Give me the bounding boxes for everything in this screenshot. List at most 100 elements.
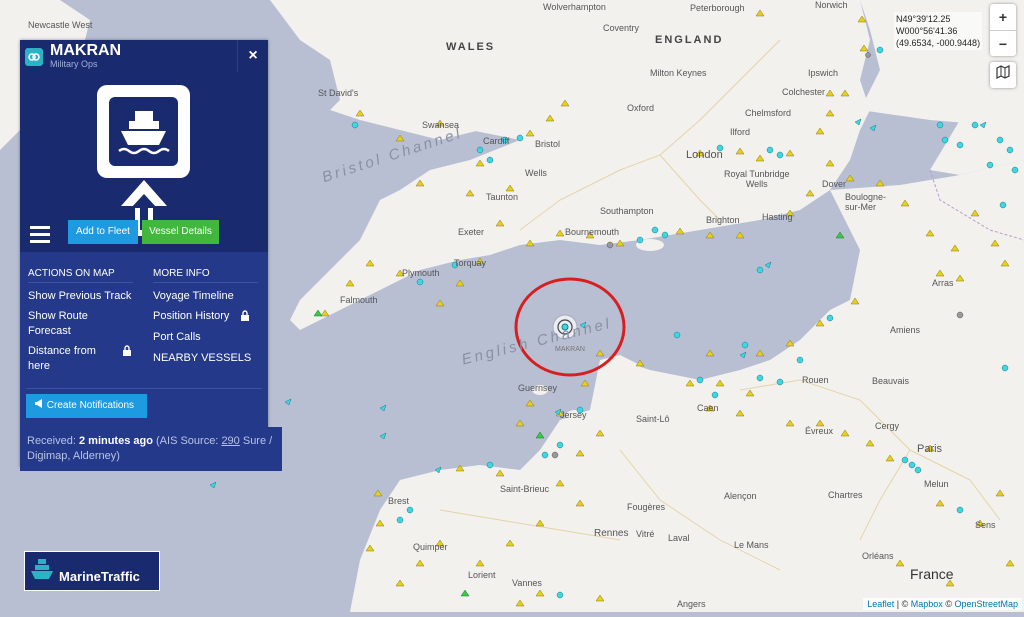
voyage-timeline-link[interactable]: Voyage Timeline — [153, 289, 234, 304]
close-panel-button[interactable]: × — [237, 40, 268, 72]
distance-from-here-link[interactable]: Distance from here — [28, 344, 108, 374]
map-label-cergy: Cergy — [875, 421, 900, 431]
megaphone-icon — [34, 399, 47, 411]
map-label-melun: Melun — [924, 479, 949, 489]
map-label-boulogne: Boulogne- sur-Mer — [845, 192, 887, 212]
port-calls-link[interactable]: Port Calls — [153, 330, 201, 345]
map-label-chelmsford: Chelmsford — [745, 108, 792, 118]
map-label-angers: Angers — [677, 599, 706, 609]
map-label-quimper: Quimper — [413, 542, 448, 552]
map-label-london: London — [686, 149, 723, 161]
ais-source-link[interactable]: 290 — [221, 435, 239, 447]
hamburger-menu-icon[interactable] — [28, 222, 52, 246]
map-label-caen: Caen — [697, 403, 719, 413]
map-label-ipswich: Ipswich — [808, 68, 839, 78]
map-label-rennes: Rennes — [594, 528, 629, 539]
leaflet-link[interactable]: Leaflet — [867, 599, 894, 609]
map-label-exeter: Exeter — [458, 227, 485, 237]
map-label-wolverhampton: Wolverhampton — [543, 2, 606, 12]
map-label-brighton: Brighton — [706, 215, 740, 225]
map-label-coventry: Coventry — [603, 23, 640, 33]
map-label-bristol: Bristol — [535, 139, 561, 149]
map-label-colchester: Colchester — [782, 87, 826, 97]
more-info-heading: MORE INFO — [153, 268, 258, 283]
received-time: 2 minutes ago — [78, 435, 153, 447]
map-label-plymouth: Plymouth — [402, 268, 440, 278]
ship-logo-icon — [29, 556, 55, 584]
nearby-vessels-link[interactable]: NEARBY VESSELS — [153, 351, 251, 366]
coord-decimal: (49.6534, -000.9448) — [896, 38, 981, 48]
map-label-peterborough: Peterborough — [690, 3, 745, 13]
lock-icon — [122, 345, 132, 361]
map-label-alencon: Alençon — [724, 491, 757, 501]
received-info: Received: 2 minutes ago (AIS Source: 290… — [20, 427, 282, 471]
show-previous-track-link[interactable]: Show Previous Track — [28, 289, 143, 304]
map-label-laval: Laval — [668, 533, 690, 543]
vessel-type: Military Ops — [50, 59, 98, 69]
vessel-details-button[interactable]: Vessel Details — [142, 220, 219, 244]
map-label-england: ENGLAND — [655, 34, 724, 46]
map-layers-button[interactable] — [990, 62, 1016, 88]
map-label-southampton: Southampton — [600, 206, 654, 216]
map-label-falmouth: Falmouth — [340, 295, 378, 305]
map-label-jersey: Jersey — [560, 410, 587, 420]
map-label-milton-keynes: Milton Keynes — [650, 68, 707, 78]
map-label-oxford: Oxford — [627, 103, 655, 113]
position-history-link[interactable]: Position History — [153, 309, 229, 324]
marinetraffic-logo[interactable]: MarineTraffic — [24, 551, 160, 591]
map-label-torquay: Torquay — [454, 258, 487, 268]
zoom-in-button[interactable]: + — [990, 4, 1016, 31]
map-label-wells: Wells — [525, 168, 547, 178]
map-label-amiens: Amiens — [890, 325, 921, 335]
vessel-name: MAKRAN — [50, 42, 122, 59]
map-label-brest: Brest — [388, 496, 410, 506]
show-route-forecast-link[interactable]: Show Route Forecast — [28, 309, 108, 339]
map-attribution: Leaflet | © Mapbox © OpenStreetMap — [863, 598, 1022, 610]
zoom-control: + − — [990, 4, 1016, 56]
map-label-st-davids: St David's — [318, 88, 359, 98]
selected-vessel-map-label: MAKRAN — [555, 346, 585, 353]
attribution-sep: | © — [894, 599, 911, 609]
link-icon[interactable] — [25, 48, 43, 66]
panel-toolbar: Add to Fleet Vessel Details — [20, 216, 268, 252]
map-label-saint-lo: Saint-Lô — [636, 414, 670, 424]
map-label-chartres: Chartres — [828, 490, 863, 500]
map-label-newcastle-west: Newcastle West — [28, 20, 93, 30]
attribution-osm-prefix: © — [942, 599, 955, 609]
panel-header: MAKRAN Military Ops × — [20, 40, 268, 72]
zoom-out-button[interactable]: − — [990, 31, 1016, 57]
map-label-france: France — [910, 566, 954, 582]
lock-icon — [240, 310, 250, 326]
map-label-bournemouth: Bournemouth — [565, 227, 620, 237]
add-to-fleet-button[interactable]: Add to Fleet — [68, 220, 138, 244]
logo-text: MarineTraffic — [59, 569, 140, 584]
mapbox-link[interactable]: Mapbox — [911, 599, 943, 609]
map-label-wales: WALES — [446, 41, 496, 53]
map-label-orleans: Orléans — [862, 551, 894, 561]
section-divider — [26, 388, 262, 389]
map-label-vitre: Vitré — [636, 529, 655, 539]
map-label-sens: Sens — [975, 520, 996, 530]
vessel-info-panel: MAKRAN Military Ops × Add to Fleet Vesse… — [20, 40, 282, 471]
map-label-hastings: Hasting — [762, 212, 793, 222]
map-label-saint-brieuc: Saint-Brieuc — [500, 484, 550, 494]
map-label-guernsey: Guernsey — [518, 383, 558, 393]
map-label-lorient: Lorient — [468, 570, 496, 580]
ais-source-prefix: (AIS Source: — [152, 435, 222, 447]
openstreetmap-link[interactable]: OpenStreetMap — [954, 599, 1018, 609]
coord-lat: N49°39'12.25 — [896, 14, 951, 24]
map-label-vannes: Vannes — [512, 578, 542, 588]
create-notifications-button[interactable]: Create Notifications — [26, 394, 147, 418]
received-prefix: Received: — [27, 435, 79, 447]
ship-placeholder-icon — [97, 85, 190, 178]
map-label-tunbridge-wells: Royal Tunbridge Wells — [724, 169, 790, 189]
coord-lon: W000°56'41.36 — [896, 26, 958, 36]
cursor-coordinates: N49°39'12.25 W000°56'41.36 (49.6534, -00… — [894, 12, 983, 50]
create-notifications-label: Create Notifications — [46, 400, 135, 411]
map-label-le-mans: Le Mans — [734, 540, 769, 550]
map-label-rouen: Rouen — [802, 375, 829, 385]
map-label-ilford: Ilford — [730, 127, 751, 137]
map-label-beauvais: Beauvais — [872, 376, 910, 386]
map-label-fougeres: Fougères — [627, 502, 666, 512]
actions-on-map-heading: ACTIONS ON MAP — [28, 268, 133, 283]
